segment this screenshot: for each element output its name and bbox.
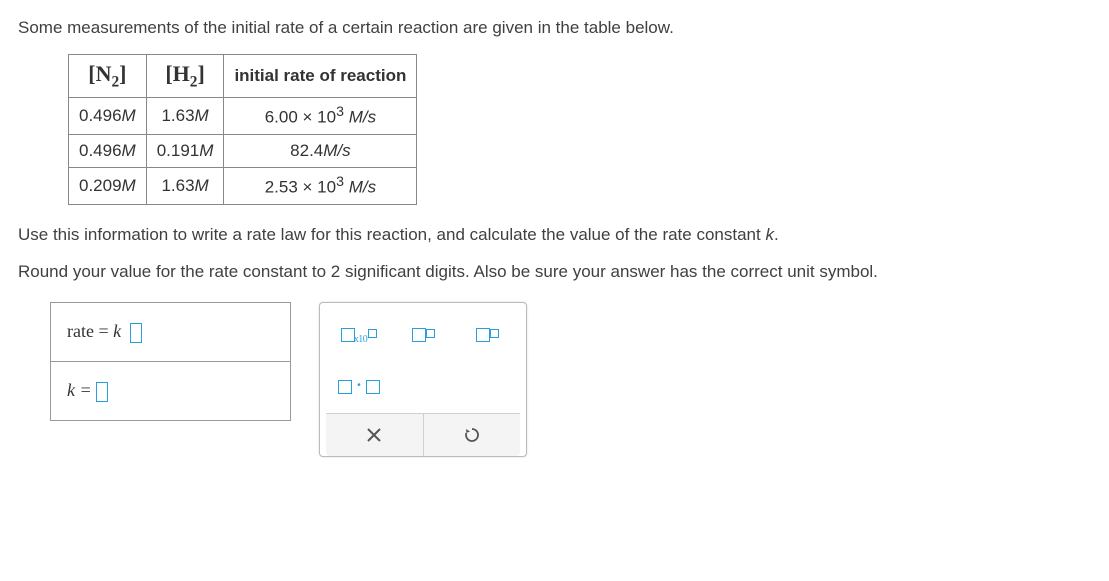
instruction-2: Round your value for the rate constant t… <box>18 260 1091 284</box>
reset-icon <box>463 426 481 444</box>
multiply-dot-button[interactable]: · <box>336 369 382 405</box>
k-cell: k = <box>51 361 291 420</box>
header-n2: [N2] <box>69 54 147 97</box>
k-label: k = <box>67 380 96 400</box>
answer-table: rate = k k = <box>50 302 291 421</box>
intro-text: Some measurements of the initial rate of… <box>18 16 1091 40</box>
table-row: 0.209M 1.63M 2.53 × 103 M/s <box>69 167 417 204</box>
subscript-button[interactable] <box>400 317 446 353</box>
scientific-notation-button[interactable]: x10 <box>336 317 382 353</box>
superscript-button[interactable] <box>464 317 510 353</box>
table-row: 0.496M 0.191M 82.4M/s <box>69 134 417 167</box>
rate-law-k: k <box>113 321 121 341</box>
k-input[interactable] <box>96 382 108 402</box>
reset-button[interactable] <box>423 414 521 456</box>
clear-button[interactable] <box>326 414 423 456</box>
symbol-palette: x10 · <box>319 302 527 457</box>
rate-law-cell: rate = k <box>51 303 291 362</box>
instruction-1: Use this information to write a rate law… <box>18 223 1091 247</box>
rate-law-input[interactable] <box>130 323 142 343</box>
rate-law-label: rate = <box>67 321 113 341</box>
table-header-row: [N2] [H2] initial rate of reaction <box>69 54 417 97</box>
header-rate: initial rate of reaction <box>224 54 417 97</box>
data-table: [N2] [H2] initial rate of reaction 0.496… <box>68 54 417 205</box>
table-row: 0.496M 1.63M 6.00 × 103 M/s <box>69 98 417 135</box>
close-icon <box>366 427 382 443</box>
header-h2: [H2] <box>146 54 224 97</box>
